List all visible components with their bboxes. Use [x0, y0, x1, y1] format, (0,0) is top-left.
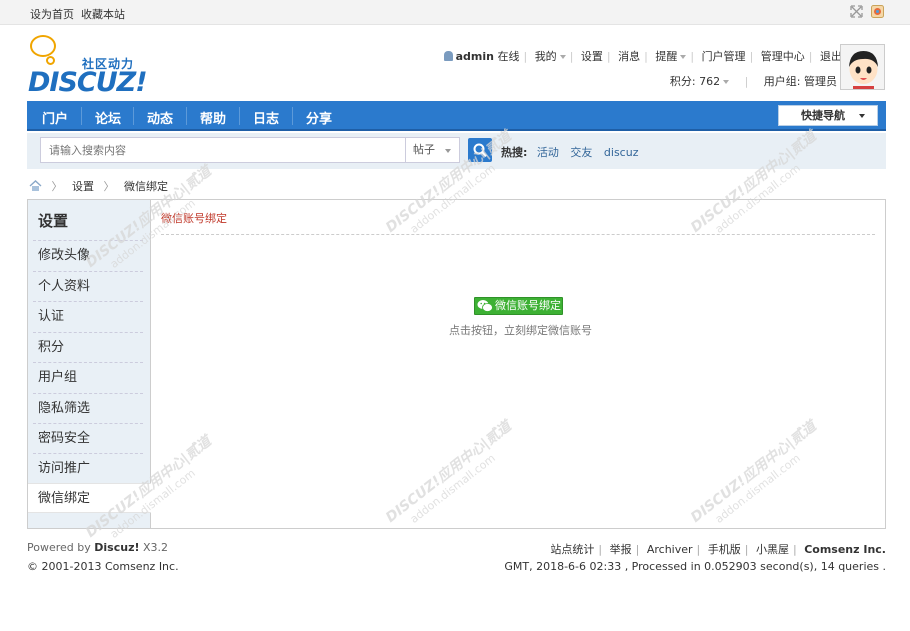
hot-search-link[interactable]: discuz [604, 146, 639, 159]
sidebar-item-password[interactable]: 密码安全 [33, 423, 143, 453]
hot-search-label: 热搜: [501, 146, 528, 159]
admin-center-link[interactable]: 管理中心 [761, 50, 805, 63]
avatar-image [841, 45, 884, 89]
nav-item-help[interactable]: 帮助 [200, 108, 226, 127]
avatar[interactable] [840, 44, 885, 90]
footer-link-stats[interactable]: 站点统计 [550, 543, 594, 556]
user-stats: 积分: 762 | 用户组: 管理员 [670, 73, 846, 89]
nav-item-share[interactable]: 分享 [306, 108, 332, 127]
fullscreen-icon[interactable] [850, 5, 863, 18]
wechat-bind-label: 微信账号绑定 [495, 299, 561, 312]
hot-search: 热搜: 活动 交友 discuz [501, 144, 646, 160]
hot-search-link[interactable]: 活动 [537, 146, 559, 159]
powered-label: Powered by [27, 541, 91, 554]
nav-item-blog[interactable]: 日志 [253, 108, 279, 127]
sidebar-item-profile[interactable]: 个人资料 [33, 271, 143, 301]
nav-item-portal[interactable]: 门户 [42, 108, 68, 127]
search-type-select[interactable]: 帖子 [406, 137, 460, 163]
sidebar-item-usergroup[interactable]: 用户组 [33, 362, 143, 392]
points-menu[interactable]: 积分: 762 [669, 75, 730, 88]
footer-copyright: © 2001-2013 Comsenz Inc. [27, 560, 179, 573]
sidebar-item-wechat[interactable]: 微信绑定 [28, 483, 151, 513]
product-version: X3.2 [143, 541, 169, 554]
sidebar-title: 设置 [38, 212, 69, 230]
search-type-label: 帖子 [413, 143, 435, 156]
home-icon[interactable] [29, 180, 42, 191]
top-bar: 设为首页 收藏本站 [0, 0, 910, 25]
usergroup-label: 用户组: 管理员 [763, 75, 837, 88]
breadcrumb-current: 微信绑定 [124, 180, 168, 193]
my-menu-label: 我的 [534, 50, 557, 63]
footer-links: 站点统计 | 举报 | Archiver | 手机版 | 小黑屋 | Comsenz In… [550, 543, 886, 556]
search-icon [473, 143, 487, 157]
chevron-down-icon [723, 80, 730, 84]
nav-item-forum[interactable]: 论坛 [95, 108, 121, 127]
my-menu[interactable]: 我的 [535, 50, 566, 63]
sidebar-item-avatar[interactable]: 修改头像 [33, 240, 143, 270]
set-home-link[interactable]: 设为首页 [30, 6, 74, 22]
main-nav: 门户 论坛 动态 帮助 日志 分享 快捷导航 [27, 101, 886, 131]
breadcrumb-separator: 〉 [51, 180, 63, 193]
site-logo[interactable]: 社区动力 DISCUZ! [28, 35, 148, 98]
remind-menu[interactable]: 提醒 [655, 50, 687, 63]
user-bar: admin 在线 | 我的 | 设置 | 消息 | 提醒 | 门户管理 | 管理中心 | 退出 [443, 48, 842, 64]
nav-item-feed[interactable]: 动态 [147, 108, 173, 127]
footer-link-report[interactable]: 举报 [610, 543, 632, 556]
usergroup-menu[interactable]: 用户组: 管理员 [764, 75, 846, 88]
online-status[interactable]: 在线 [497, 50, 519, 63]
section-title: 微信账号绑定 [161, 212, 227, 225]
breadcrumb-item[interactable]: 设置 [72, 180, 94, 193]
username-link[interactable]: admin [456, 50, 494, 63]
footer-company[interactable]: Comsenz Inc. [804, 543, 886, 556]
wechat-icon [477, 300, 493, 312]
chevron-down-icon [859, 114, 865, 118]
footer-link-mobile[interactable]: 手机版 [708, 543, 741, 556]
wechat-bind-hint: 点击按钮，立刻绑定微信账号 [449, 324, 592, 337]
logo-text-en: DISCUZ! [28, 67, 148, 98]
settings-sidebar: 设置 修改头像 个人资料 认证 积分 用户组 隐私筛选 密码安全 访问推广 微信… [28, 200, 151, 528]
logout-link[interactable]: 退出 [820, 50, 842, 63]
search-input[interactable] [40, 137, 406, 163]
sidebar-item-privacy[interactable]: 隐私筛选 [33, 393, 143, 423]
user-icon [443, 51, 453, 61]
sidebar-item-verify[interactable]: 认证 [33, 301, 143, 331]
search-bar: 帖子 热搜: 活动 交友 discuz [27, 133, 886, 169]
settings-link[interactable]: 设置 [581, 50, 603, 63]
breadcrumb: 〉 设置 〉 微信绑定 [29, 178, 168, 194]
remind-label: 提醒 [655, 50, 678, 63]
messages-link[interactable]: 消息 [618, 50, 640, 63]
quick-nav-button[interactable]: 快捷导航 [778, 105, 878, 126]
chevron-down-icon [559, 55, 566, 59]
footer-status: GMT, 2018-6-6 02:33 , Processed in 0.052… [504, 560, 886, 573]
points-label: 积分: 762 [669, 75, 721, 88]
footer-link-blackroom[interactable]: 小黑屋 [756, 543, 789, 556]
chevron-down-icon [680, 55, 687, 59]
hot-search-link[interactable]: 交友 [570, 146, 592, 159]
portal-admin-link[interactable]: 门户管理 [702, 50, 746, 63]
logo-bubble-icon [30, 35, 56, 65]
sidebar-item-credits[interactable]: 积分 [33, 332, 143, 362]
breadcrumb-separator: 〉 [103, 180, 115, 193]
search-button[interactable] [468, 138, 492, 162]
section-divider [161, 234, 875, 235]
wechat-bind-button[interactable]: 微信账号绑定 [474, 297, 563, 315]
product-link[interactable]: Discuz! [94, 541, 139, 554]
settings-panel: 设置 修改头像 个人资料 认证 积分 用户组 隐私筛选 密码安全 访问推广 微信… [27, 199, 886, 529]
footer-powered: Powered by Discuz! X3.2 [27, 541, 168, 554]
bookmark-link[interactable]: 收藏本站 [81, 6, 125, 22]
sidebar-item-promotion[interactable]: 访问推广 [33, 453, 143, 483]
chevron-down-icon [445, 149, 451, 153]
quick-nav-label: 快捷导航 [801, 109, 845, 122]
footer-link-archiver[interactable]: Archiver [647, 543, 693, 556]
style-switch-icon[interactable] [871, 5, 884, 18]
